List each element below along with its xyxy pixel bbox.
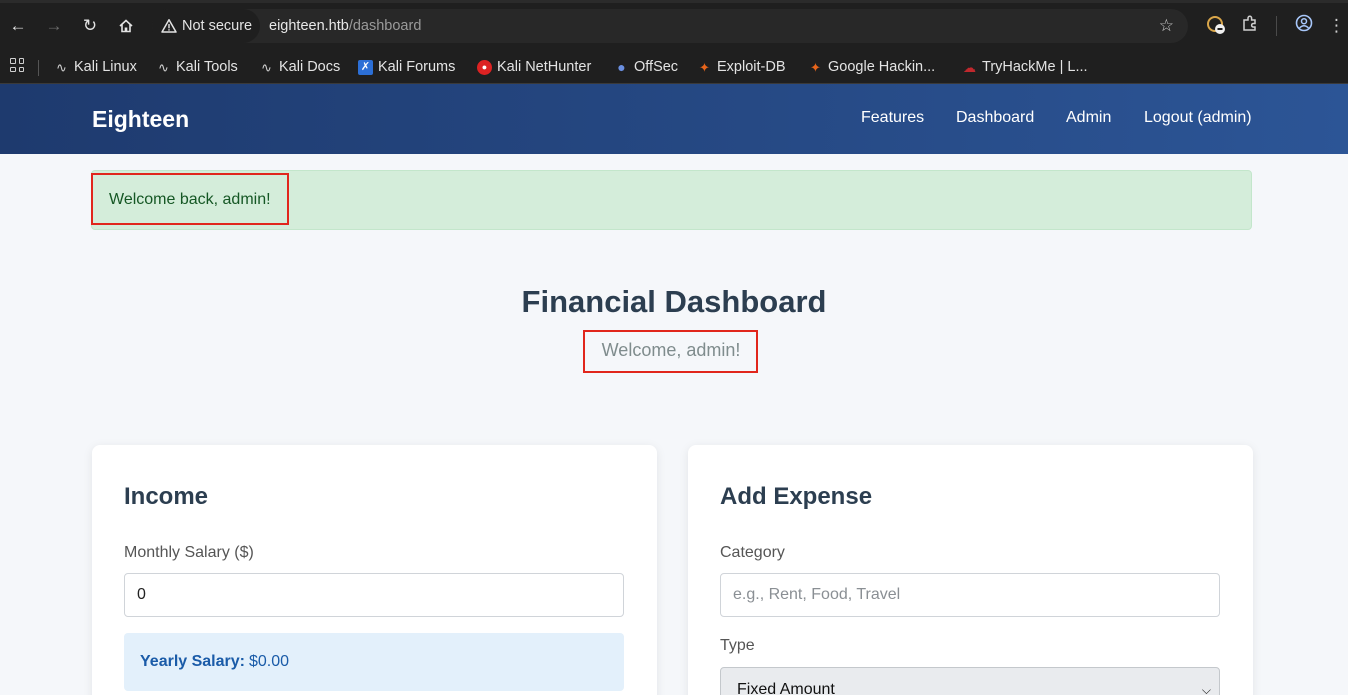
- kali-icon: ∿: [158, 59, 169, 75]
- bookmark-exploit-db[interactable]: ✦ Exploit-DB: [697, 52, 786, 82]
- bookmark-label: Exploit-DB: [717, 59, 786, 75]
- extension-icon[interactable]: [1204, 14, 1228, 38]
- bookmark-kali-docs[interactable]: ∿ Kali Docs: [259, 52, 340, 82]
- salary-input[interactable]: [124, 573, 624, 617]
- bookmark-label: Kali Tools: [176, 59, 238, 75]
- bookmark-kali-tools[interactable]: ∿ Kali Tools: [156, 52, 238, 82]
- kali-forums-icon: ✗: [358, 59, 373, 75]
- bookmark-label: Kali Linux: [74, 59, 137, 75]
- apps-grid-icon[interactable]: [8, 56, 26, 74]
- income-card: Income Monthly Salary ($) Yearly Salary:…: [92, 445, 657, 695]
- nav-features[interactable]: Features: [861, 84, 924, 152]
- site-brand[interactable]: Eighteen: [92, 84, 189, 154]
- bookmark-label: TryHackMe | L...: [982, 59, 1088, 75]
- offsec-icon: ●: [617, 58, 626, 75]
- star-icon[interactable]: ☆: [1159, 9, 1174, 43]
- yearly-salary-value: $0.00: [249, 653, 290, 670]
- bookmark-kali-nethunter[interactable]: ● Kali NetHunter: [477, 52, 591, 82]
- security-chip[interactable]: Not secure: [152, 9, 261, 43]
- salary-label: Monthly Salary ($): [124, 544, 254, 561]
- toolbar-divider: [1276, 16, 1277, 36]
- exploitdb-icon: ✦: [699, 59, 710, 75]
- type-select[interactable]: Fixed Amount ⌵: [720, 667, 1220, 695]
- address-bar[interactable]: Not secure eighteen.htb/dashboard ☆: [152, 9, 1188, 43]
- bookmarks-bar: ∿ Kali Linux ∿ Kali Tools ∿ Kali Docs ✗ Kali…: [0, 52, 1348, 84]
- expense-card: Add Expense Category Type Fixed Amount ⌵: [688, 445, 1253, 695]
- url-host: eighteen.htb: [269, 18, 349, 34]
- kali-icon: ∿: [56, 59, 67, 75]
- category-input[interactable]: [720, 573, 1220, 617]
- back-icon[interactable]: ←: [4, 12, 32, 40]
- warning-icon: [161, 19, 177, 33]
- security-label: Not secure: [182, 18, 253, 34]
- bookmark-label: Google Hackin...: [828, 59, 936, 75]
- puzzle-icon[interactable]: [1238, 14, 1262, 38]
- annotation-highlight-alert: [91, 173, 289, 225]
- url-path: /dashboard: [348, 18, 422, 34]
- bookmark-kali-forums[interactable]: ✗ Kali Forums: [358, 52, 455, 82]
- expense-title: Add Expense: [720, 483, 873, 510]
- url-text[interactable]: eighteen.htb/dashboard: [269, 9, 421, 43]
- bookmark-tryhackme[interactable]: ☁ TryHackMe | L...: [962, 52, 1088, 82]
- bookmark-offsec[interactable]: ● OffSec: [614, 52, 678, 82]
- category-label: Category: [720, 544, 785, 561]
- bookmark-label: OffSec: [634, 59, 679, 75]
- page-title: Financial Dashboard: [521, 284, 827, 319]
- annotation-highlight-subtitle: [583, 330, 758, 373]
- income-title: Income: [124, 483, 209, 510]
- yearly-salary-label: Yearly Salary:: [140, 653, 245, 670]
- type-label: Type: [720, 637, 755, 654]
- chevron-down-icon: ⌵: [1201, 683, 1211, 695]
- nethunter-icon: ●: [477, 59, 492, 75]
- bookmark-label: Kali Docs: [279, 59, 341, 75]
- tab-strip-edge: [0, 0, 1348, 3]
- nav-dashboard[interactable]: Dashboard: [956, 84, 1034, 152]
- nav-logout[interactable]: Logout (admin): [1144, 84, 1252, 152]
- bookmark-label: Kali NetHunter: [497, 59, 592, 75]
- browser-toolbar: ← → ↻ Not secure eighteen.htb/dashboard …: [0, 0, 1348, 52]
- nav-admin[interactable]: Admin: [1066, 84, 1111, 152]
- yearly-salary-box: Yearly Salary: $0.00: [124, 633, 624, 691]
- site-navbar: Eighteen Features Dashboard Admin Logout…: [0, 84, 1348, 154]
- kali-icon: ∿: [261, 59, 272, 75]
- exploitdb-icon: ✦: [810, 59, 821, 75]
- bookmarks-divider: [38, 60, 39, 76]
- type-selected-value: Fixed Amount: [737, 681, 835, 695]
- bookmark-label: Kali Forums: [378, 59, 456, 75]
- menu-icon[interactable]: ⋮: [1328, 14, 1345, 38]
- home-icon[interactable]: [112, 12, 140, 40]
- profile-icon[interactable]: [1292, 14, 1316, 38]
- forward-icon[interactable]: →: [40, 12, 68, 40]
- reload-icon[interactable]: ↻: [76, 12, 104, 40]
- bookmark-google-hacking[interactable]: ✦ Google Hackin...: [808, 52, 935, 82]
- tryhackme-icon: ☁: [963, 59, 976, 75]
- bookmark-kali-linux[interactable]: ∿ Kali Linux: [54, 52, 137, 82]
